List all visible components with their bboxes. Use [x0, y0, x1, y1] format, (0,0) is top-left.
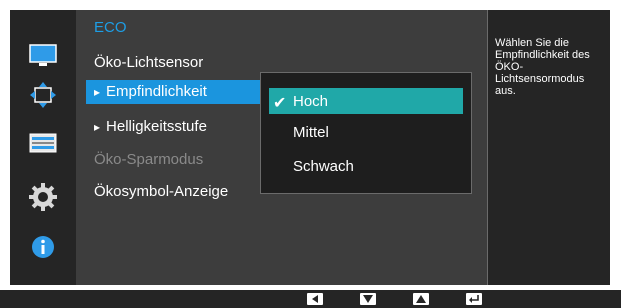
submenu-option-schwach[interactable]: Schwach [293, 158, 354, 175]
menu-title: ECO [94, 19, 127, 36]
monitor-icon[interactable] [28, 42, 58, 70]
move-arrows-icon[interactable] [28, 81, 58, 109]
down-arrow-icon[interactable] [360, 293, 376, 305]
sensitivity-submenu: ✔ Hoch Mittel Schwach [260, 72, 472, 194]
menu-item-empfindlichkeit[interactable]: Empfindlichkeit [94, 83, 207, 100]
menu-item-helligkeitsstufe[interactable]: Helligkeitsstufe [94, 118, 207, 135]
category-icon-bar [10, 10, 76, 285]
submenu-option-hoch[interactable]: Hoch [293, 93, 328, 110]
submenu-option-mittel[interactable]: Mittel [293, 124, 329, 141]
gear-icon[interactable] [28, 183, 58, 211]
info-icon[interactable] [28, 233, 58, 261]
enter-icon[interactable] [466, 293, 482, 305]
menu-item-oeko-sparmodus: Öko-Sparmodus [94, 151, 204, 168]
up-arrow-icon[interactable] [413, 293, 429, 305]
menu-item-oeko-lichtsensor[interactable]: Öko-Lichtsensor [94, 54, 203, 71]
menu-item-oekosymbol-anzeige[interactable]: Ökosymbol-Anzeige [94, 183, 228, 200]
left-arrow-icon[interactable] [307, 293, 323, 305]
help-text: Wählen Sie die Empfindlichkeit des ÖKO-L… [495, 37, 590, 97]
stripes-icon[interactable] [28, 129, 58, 157]
help-panel: Wählen Sie die Empfindlichkeit des ÖKO-L… [487, 10, 610, 285]
checkmark-icon: ✔ [273, 95, 287, 112]
navigation-bar [0, 290, 621, 308]
